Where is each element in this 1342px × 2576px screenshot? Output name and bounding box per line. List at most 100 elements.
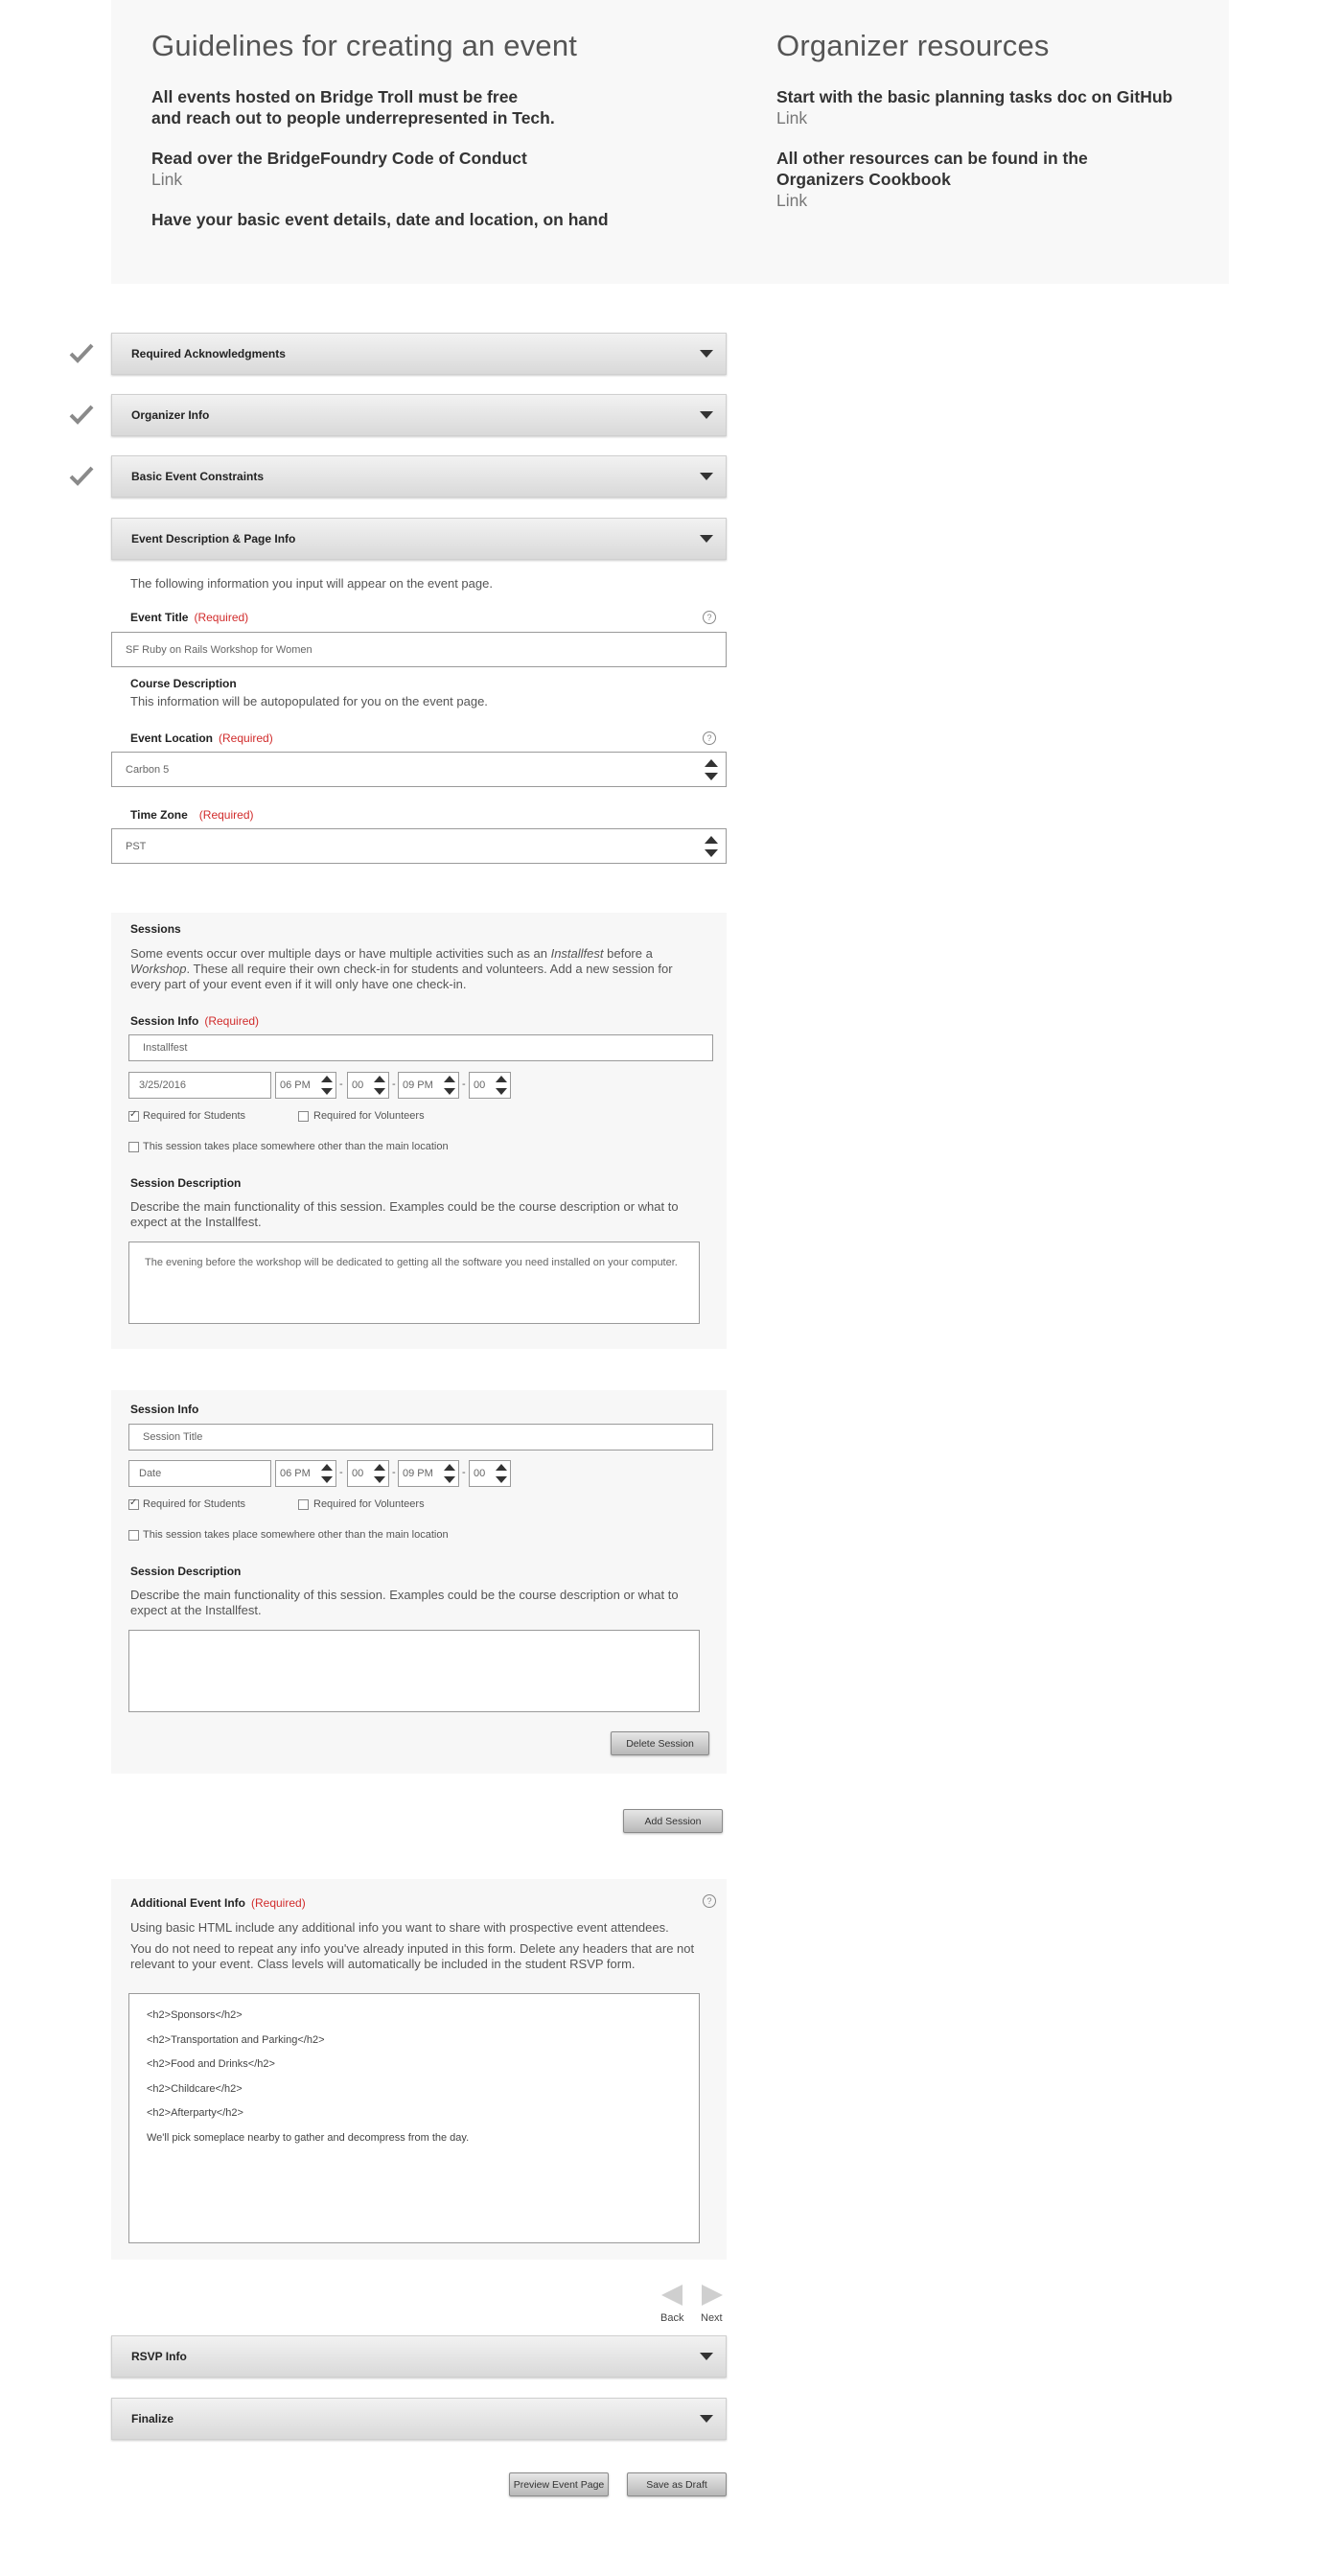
sessions-intro: Some events occur over multiple days or …: [130, 946, 696, 992]
start-minute-select[interactable]: 00: [347, 1460, 389, 1487]
selected-value: 09 PM: [403, 1468, 433, 1479]
required-volunteers-checkbox[interactable]: [298, 1499, 309, 1510]
required-marker: (Required): [251, 1896, 306, 1910]
section-title: Organizer Info: [131, 408, 210, 422]
additional-info-help: Using basic HTML include any additional …: [130, 1920, 669, 1935]
resource-other: All other resources can be found in the: [776, 149, 1088, 168]
guidelines-title: Guidelines for creating an event: [151, 29, 578, 62]
required-marker: (Required): [194, 611, 249, 624]
required-volunteers-checkbox[interactable]: [298, 1111, 309, 1122]
session-description-textarea[interactable]: The evening before the workshop will be …: [128, 1242, 700, 1324]
select-arrows-icon: [374, 1076, 385, 1095]
other-location-checkbox[interactable]: [128, 1530, 139, 1541]
select-arrows-icon: [321, 1464, 333, 1483]
help-icon[interactable]: ?: [703, 1894, 716, 1908]
section-organizer-info[interactable]: Organizer Info: [111, 394, 727, 436]
sessions-heading: Sessions: [130, 922, 181, 936]
section-header[interactable]: Organizer Info: [111, 394, 727, 436]
end-hour-select[interactable]: 09 PM: [398, 1460, 459, 1487]
planning-doc-link[interactable]: Link: [776, 107, 1198, 128]
session-info-label: Session Info (Required): [130, 1014, 259, 1028]
required-marker: (Required): [204, 1014, 260, 1028]
help-icon[interactable]: ?: [703, 731, 716, 745]
placeholder: Date: [139, 1468, 162, 1479]
section-header[interactable]: RSVP Info: [111, 2335, 727, 2378]
additional-info-textarea[interactable]: <h2>Sponsors</h2> <h2>Transportation and…: [128, 1993, 700, 2243]
selected-value: 09 PM: [403, 1079, 433, 1091]
select-arrows-icon: [705, 758, 718, 780]
back-button[interactable]: [659, 2283, 684, 2308]
section-basic-event-constraints[interactable]: Basic Event Constraints: [111, 455, 727, 498]
section-required-acknowledgments[interactable]: Required Acknowledgments: [111, 333, 727, 375]
select-arrows-icon: [444, 1464, 455, 1483]
end-minute-select[interactable]: 00: [469, 1072, 511, 1099]
other-location-checkbox[interactable]: [128, 1142, 139, 1152]
section-header[interactable]: Required Acknowledgments: [111, 333, 727, 375]
preview-event-page-button[interactable]: Preview Event Page: [509, 2472, 609, 2496]
label-text: Time Zone: [130, 808, 188, 822]
guideline-free-events: All events hosted on Bridge Troll must b…: [151, 87, 519, 106]
guidelines-column: Guidelines for creating an event All eve…: [151, 29, 688, 249]
selected-value: PST: [126, 840, 147, 852]
session-title-input[interactable]: Installfest: [128, 1034, 713, 1061]
caret-down-icon[interactable]: [700, 2415, 713, 2423]
select-arrows-icon: [496, 1076, 507, 1095]
back-arrow-icon[interactable]: [659, 2283, 684, 2308]
start-minute-select[interactable]: 00: [347, 1072, 389, 1099]
delete-session-button[interactable]: Delete Session: [611, 1731, 709, 1755]
check-icon: [69, 405, 94, 425]
session-description-textarea[interactable]: [128, 1630, 700, 1712]
section-rsvp-info[interactable]: RSVP Info: [111, 2335, 727, 2378]
required-students-checkbox[interactable]: [128, 1109, 139, 1122]
required-volunteers-label: Required for Volunteers: [313, 1498, 425, 1510]
guideline-code-of-conduct: Read over the BridgeFoundry Code of Cond…: [151, 149, 527, 168]
event-title-input[interactable]: SF Ruby on Rails Workshop for Women: [111, 632, 727, 667]
session-date-input[interactable]: Date: [128, 1460, 271, 1487]
label-text: Session Info: [130, 1014, 199, 1028]
save-as-draft-button[interactable]: Save as Draft: [627, 2472, 727, 2496]
selected-value: 00: [474, 1468, 486, 1479]
caret-down-icon[interactable]: [700, 2353, 713, 2360]
cookbook-link[interactable]: Link: [776, 190, 1198, 211]
end-minute-select[interactable]: 00: [469, 1460, 511, 1487]
session-description-help: Describe the main functionality of this …: [130, 1588, 679, 1617]
event-page-intro: The following information you input will…: [130, 576, 493, 591]
next-arrow-icon[interactable]: [700, 2283, 725, 2308]
back-label[interactable]: Back: [660, 2312, 683, 2324]
time-separator: -: [339, 1079, 343, 1090]
section-event-description[interactable]: Event Description & Page Info: [111, 518, 727, 560]
session-date-input[interactable]: 3/25/2016: [128, 1072, 271, 1099]
next-label[interactable]: Next: [701, 2312, 723, 2324]
placeholder: Session Title: [143, 1431, 203, 1443]
session-description-help: Describe the main functionality of this …: [130, 1199, 679, 1229]
session-description-label: Session Description: [130, 1176, 242, 1190]
start-hour-select[interactable]: 06 PM: [275, 1460, 336, 1487]
caret-down-icon[interactable]: [700, 350, 713, 358]
select-arrows-icon: [321, 1076, 333, 1095]
session-title-input[interactable]: Session Title: [128, 1424, 713, 1450]
caret-down-icon[interactable]: [700, 473, 713, 480]
selected-value: 00: [352, 1079, 364, 1091]
course-description-help: This information will be autopopulated f…: [130, 694, 488, 708]
caret-down-icon[interactable]: [700, 411, 713, 419]
other-location-label: This session takes place somewhere other…: [143, 1529, 449, 1541]
intro-text: . These all require their own check-in f…: [130, 962, 673, 991]
additional-info-label: Additional Event Info (Required): [130, 1896, 306, 1910]
required-students-label: Required for Students: [143, 1498, 246, 1510]
start-hour-select[interactable]: 06 PM: [275, 1072, 336, 1099]
section-header[interactable]: Finalize: [111, 2398, 727, 2440]
code-of-conduct-link[interactable]: Link: [151, 169, 688, 190]
section-header[interactable]: Event Description & Page Info: [111, 518, 727, 560]
caret-down-icon[interactable]: [700, 535, 713, 543]
end-hour-select[interactable]: 09 PM: [398, 1072, 459, 1099]
required-students-checkbox[interactable]: [128, 1497, 139, 1510]
add-session-button[interactable]: Add Session: [623, 1809, 723, 1833]
resources-title: Organizer resources: [776, 29, 1050, 62]
section-header[interactable]: Basic Event Constraints: [111, 455, 727, 498]
next-button[interactable]: [700, 2283, 725, 2308]
help-icon[interactable]: ?: [703, 611, 716, 624]
section-title: Required Acknowledgments: [131, 347, 286, 360]
section-finalize[interactable]: Finalize: [111, 2398, 727, 2440]
event-location-select[interactable]: Carbon 5: [111, 752, 727, 787]
time-zone-select[interactable]: PST: [111, 828, 727, 864]
